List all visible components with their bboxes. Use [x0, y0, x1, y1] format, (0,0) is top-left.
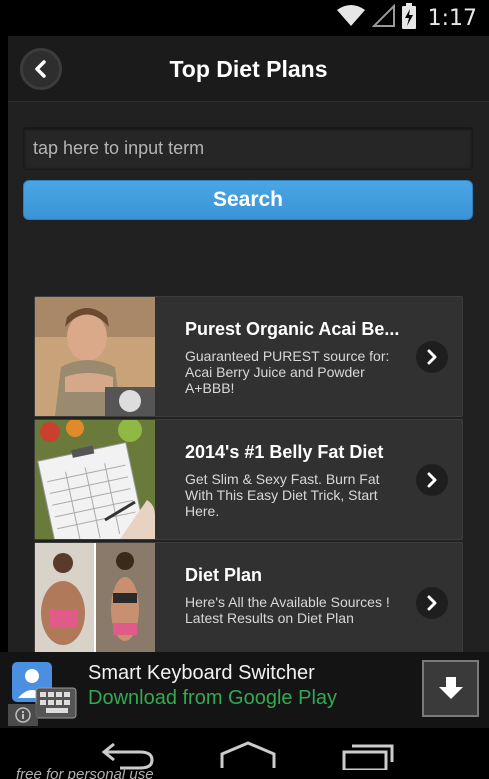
signal-icon — [371, 3, 396, 33]
ad-subtitle[interactable]: Download from Google Play — [88, 687, 337, 710]
chevron-right-icon[interactable] — [416, 341, 448, 373]
watermark-text: free for personal use — [16, 766, 154, 779]
search-button[interactable]: Search — [23, 180, 473, 220]
chevron-right-icon[interactable] — [416, 464, 448, 496]
info-icon[interactable] — [8, 704, 38, 726]
download-arrow-icon — [438, 676, 463, 699]
chevron-right-icon[interactable] — [416, 587, 448, 619]
download-button[interactable] — [422, 660, 479, 717]
item-text: 2014's #1 Belly Fat Diet Get Slim & Sexy… — [185, 442, 403, 519]
navigation-bar: free for personal use — [0, 728, 489, 779]
app-screen: Top Diet Plans Search Purest Organic Aca… — [8, 36, 489, 652]
status-bar: 1:17 — [0, 0, 489, 36]
recents-nav-icon[interactable] — [342, 740, 396, 775]
item-title: 2014's #1 Belly Fat Diet — [185, 442, 384, 462]
wifi-icon — [336, 4, 366, 33]
item-title: Diet Plan — [185, 565, 263, 585]
item-description: Guaranteed PUREST source for: Acai Berry… — [185, 348, 390, 396]
item-description: Here's All the Available Sources ! Lates… — [185, 594, 390, 626]
item-title: Purest Organic Acai Be... — [185, 319, 400, 339]
status-time: 1:17 — [427, 5, 477, 31]
search-input[interactable] — [23, 127, 473, 170]
item-text: Purest Organic Acai Be... Guaranteed PUR… — [185, 319, 403, 396]
results-list: Purest Organic Acai Be... Guaranteed PUR… — [34, 296, 463, 652]
status-icons: 1:17 — [336, 2, 477, 34]
page-title: Top Diet Plans — [169, 56, 328, 82]
list-item[interactable]: Diet Plan Here's All the Available Sourc… — [34, 542, 463, 652]
header-bar: Top Diet Plans — [8, 36, 489, 102]
ad-title: Smart Keyboard Switcher — [88, 662, 315, 684]
battery-charging-icon — [401, 2, 416, 34]
list-item[interactable]: Purest Organic Acai Be... Guaranteed PUR… — [34, 296, 463, 417]
home-nav-icon[interactable] — [218, 740, 278, 775]
ad-banner[interactable]: Smart Keyboard Switcher Download from Go… — [0, 652, 489, 728]
diet-plan-clipboard-thumbnail — [35, 420, 155, 539]
before-after-thumbnail — [35, 543, 155, 652]
list-item[interactable]: 2014's #1 Belly Fat Diet Get Slim & Sexy… — [34, 419, 463, 540]
item-text: Diet Plan Here's All the Available Sourc… — [185, 565, 403, 626]
woman-on-scale-thumbnail — [35, 297, 155, 416]
item-description: Get Slim & Sexy Fast. Burn Fat With This… — [185, 471, 380, 519]
